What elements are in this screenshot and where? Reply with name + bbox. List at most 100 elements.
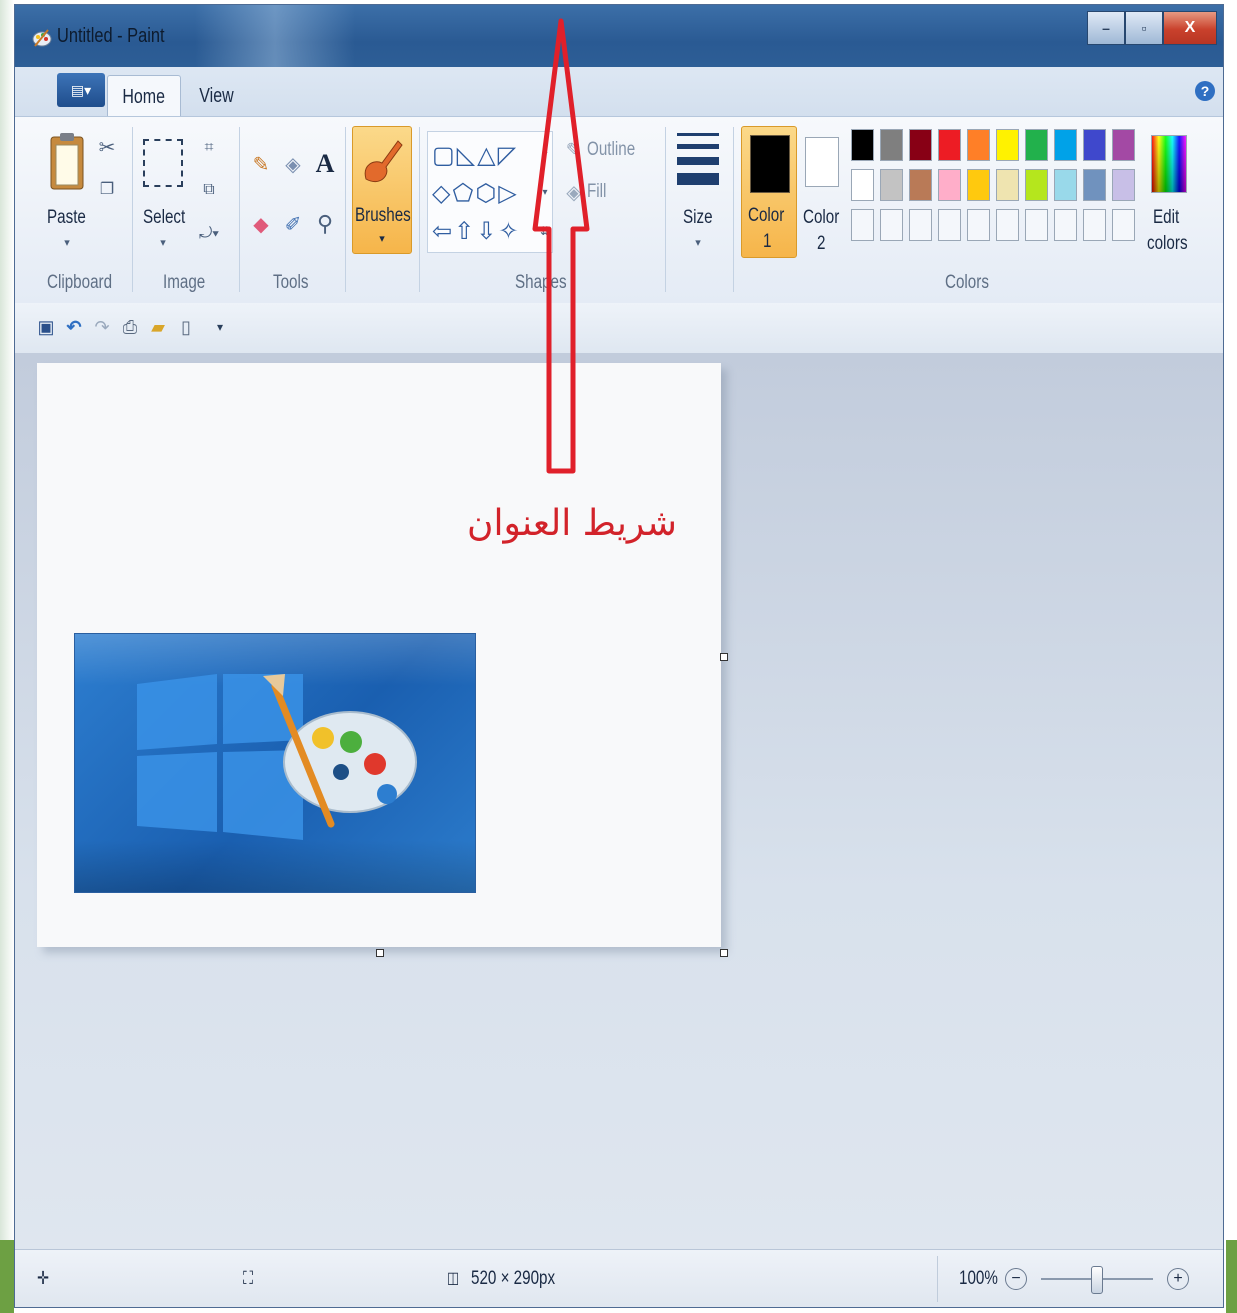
- palette-empty-swatch[interactable]: [996, 209, 1019, 241]
- palette-color-swatch[interactable]: [1025, 129, 1048, 161]
- palette-color-swatch[interactable]: [880, 169, 903, 201]
- palette-color-swatch[interactable]: [1054, 129, 1077, 161]
- resize-icon[interactable]: ⧉: [199, 177, 219, 203]
- palette-empty-swatch[interactable]: [967, 209, 990, 241]
- palette-empty-swatch[interactable]: [1054, 209, 1077, 241]
- canvas-size-icon: ◫: [447, 1270, 460, 1287]
- ribbon-separator: [733, 127, 734, 292]
- size-dropdown-icon[interactable]: ▾: [688, 235, 708, 249]
- select-icon[interactable]: [143, 139, 183, 187]
- ribbon-separator: [132, 127, 133, 292]
- tools-group-label: Tools: [273, 272, 309, 293]
- select-dropdown-icon[interactable]: ▾: [153, 235, 173, 249]
- palette-empty-swatch[interactable]: [851, 209, 874, 241]
- palette-empty-swatch[interactable]: [1083, 209, 1106, 241]
- ribbon: Paste ▾ ✂ ❐ Clipboard Select ▾ ⌗ ⧉ ⤾▾ Im…: [15, 116, 1223, 304]
- palette-color-swatch[interactable]: [967, 129, 990, 161]
- paste-dropdown-icon[interactable]: ▾: [57, 235, 77, 249]
- desktop-edge-left: [0, 0, 14, 1313]
- edit-colors-label[interactable]: Edit: [1153, 207, 1179, 229]
- annotation-caption: شريط العنوان: [467, 503, 677, 544]
- color2-label[interactable]: Color: [803, 207, 839, 229]
- shape-row-2[interactable]: ◇⬠⬡▷: [432, 174, 519, 214]
- outline-label[interactable]: Outline: [587, 139, 635, 161]
- print-icon[interactable]: ⎙: [119, 315, 141, 339]
- eraser-icon[interactable]: ◆: [247, 207, 275, 241]
- minimize-button[interactable]: –: [1087, 11, 1125, 45]
- crop-icon[interactable]: ⌗: [199, 135, 219, 161]
- palette-color-swatch[interactable]: [1025, 169, 1048, 201]
- brushes-dropdown-icon: ▾: [379, 232, 385, 245]
- resize-handle-corner[interactable]: [720, 949, 728, 957]
- palette-color-swatch[interactable]: [909, 129, 932, 161]
- size-icon[interactable]: [677, 133, 719, 185]
- palette-color-swatch[interactable]: [967, 169, 990, 201]
- undo-icon[interactable]: ↶: [63, 315, 85, 339]
- new-icon[interactable]: ▯: [175, 315, 197, 339]
- color-picker-icon[interactable]: ✐: [279, 207, 307, 241]
- zoom-in-icon[interactable]: +: [1167, 1268, 1189, 1290]
- tab-home[interactable]: Home: [107, 75, 181, 118]
- palette-empty-swatch[interactable]: [880, 209, 903, 241]
- palette-color-swatch[interactable]: [1112, 169, 1135, 201]
- palette-empty-swatch[interactable]: [1025, 209, 1048, 241]
- text-tool-icon[interactable]: A: [311, 147, 339, 181]
- select-label[interactable]: Select: [143, 207, 185, 229]
- help-icon[interactable]: ?: [1195, 81, 1215, 101]
- tab-home-label: Home: [122, 85, 166, 108]
- palette-color-swatch[interactable]: [851, 169, 874, 201]
- color1-number: 1: [763, 231, 772, 252]
- palette-color-swatch[interactable]: [1112, 129, 1135, 161]
- status-separator: [937, 1256, 938, 1302]
- color1-button[interactable]: Color 1: [741, 126, 797, 258]
- cut-icon[interactable]: ✂: [97, 133, 117, 161]
- open-icon[interactable]: ▰: [147, 315, 169, 339]
- color2-number[interactable]: 2: [817, 233, 825, 255]
- paste-label[interactable]: Paste: [47, 207, 86, 229]
- palette-empty-swatch[interactable]: [1112, 209, 1135, 241]
- fill-bucket-icon[interactable]: ◈: [279, 147, 307, 181]
- pencil-icon[interactable]: ✎: [247, 147, 275, 181]
- palette-color-swatch[interactable]: [996, 169, 1019, 201]
- save-icon[interactable]: ▣: [35, 315, 57, 339]
- palette-empty-swatch[interactable]: [909, 209, 932, 241]
- palette-color-swatch[interactable]: [1083, 129, 1106, 161]
- redo-icon[interactable]: ↷: [91, 315, 113, 339]
- paint-menu-button[interactable]: ▤▾: [57, 73, 105, 107]
- close-button[interactable]: X: [1163, 11, 1217, 45]
- palette-color-swatch[interactable]: [938, 169, 961, 201]
- palette-color-swatch[interactable]: [851, 129, 874, 161]
- customize-qat-icon[interactable]: ▾: [209, 315, 231, 339]
- shape-row-3[interactable]: ⇦⇧⇩✧: [432, 212, 520, 252]
- rotate-icon[interactable]: ⤾▾: [195, 221, 223, 247]
- resize-handle-right[interactable]: [720, 653, 728, 661]
- maximize-button[interactable]: ▫: [1125, 11, 1163, 45]
- color1-label: Color: [748, 205, 785, 226]
- palette-color-swatch[interactable]: [880, 129, 903, 161]
- shape-row-1[interactable]: ▢◺△◸: [432, 136, 518, 176]
- colors-group-label: Colors: [945, 272, 989, 293]
- brushes-button[interactable]: Brushes ▾: [352, 126, 412, 254]
- edit-colors-icon[interactable]: [1151, 135, 1187, 193]
- copy-icon[interactable]: ❐: [97, 175, 117, 203]
- magnifier-icon[interactable]: ⚲: [311, 207, 339, 241]
- tab-view[interactable]: View: [183, 75, 249, 117]
- palette-color-swatch[interactable]: [1083, 169, 1106, 201]
- size-label[interactable]: Size: [683, 207, 713, 229]
- zoom-out-icon[interactable]: −: [1005, 1268, 1027, 1290]
- workspace: شريط العنوان: [15, 18, 1223, 1249]
- edit-colors-label-2[interactable]: colors: [1147, 233, 1188, 255]
- resize-handle-bottom[interactable]: [376, 949, 384, 957]
- palette-color-swatch[interactable]: [909, 169, 932, 201]
- color2-swatch[interactable]: [805, 137, 839, 187]
- ribbon-separator: [665, 127, 666, 292]
- paint-window: Untitled - Paint – ▫ X ▤▾ Home View ? Pa…: [14, 4, 1224, 1308]
- palette-color-swatch[interactable]: [1054, 169, 1077, 201]
- palette-color-swatch[interactable]: [938, 129, 961, 161]
- title-bar[interactable]: Untitled - Paint – ▫ X: [15, 5, 1223, 67]
- drawing-canvas[interactable]: شريط العنوان: [37, 18, 721, 947]
- zoom-slider-thumb[interactable]: [1091, 1266, 1103, 1294]
- paste-icon[interactable]: [49, 131, 85, 193]
- palette-color-swatch[interactable]: [996, 129, 1019, 161]
- palette-empty-swatch[interactable]: [938, 209, 961, 241]
